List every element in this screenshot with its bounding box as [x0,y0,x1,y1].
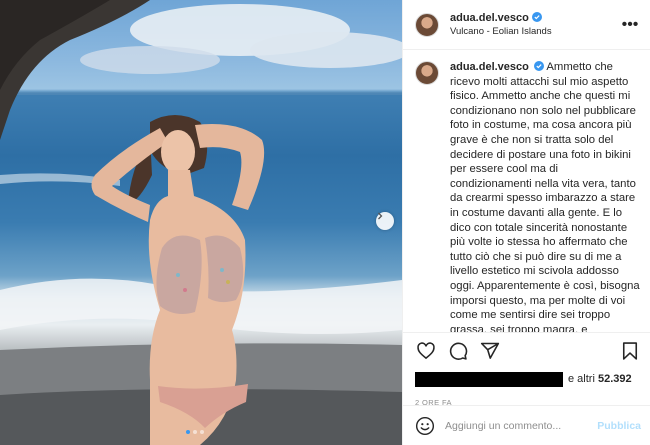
comment-bubble-icon [449,342,468,360]
redacted-liker-names [415,371,563,387]
chevron-right-icon [378,212,383,220]
carousel-next-button[interactable] [376,212,394,230]
caption-body: adua.del.vesco Ammetto che ricevo molti … [450,60,641,332]
avatar[interactable] [415,12,439,37]
carousel-dot-1 [186,430,190,434]
post-side-panel: adua.del.vesco Vulcano - Eolian Islands … [402,0,650,445]
heart-icon [417,342,435,360]
carousel-indicator [186,430,204,434]
header-text: adua.del.vesco Vulcano - Eolian Islands [450,10,620,39]
verified-badge-icon [531,12,542,22]
publish-button[interactable]: Pubblica [597,420,641,432]
carousel-dot-3 [200,430,204,434]
comment-box: Aggiungi un commento... Pubblica [403,405,650,445]
likes-number: 52.392 [597,373,632,385]
caption-text: Ammetto che ricevo molti attacchi sul mi… [450,61,640,332]
verified-badge-icon [533,61,544,71]
smiley-icon[interactable] [415,416,435,436]
comment-input[interactable]: Aggiungi un commento... [445,420,597,432]
location-link[interactable]: Vulcano - Eolian Islands [450,25,620,39]
photo-illustration [0,0,402,445]
likes-count[interactable]: e altri 52.392 [568,373,632,385]
likes-row: e altri 52.392 [403,369,650,389]
caption-username-link[interactable]: adua.del.vesco [450,61,529,73]
save-button[interactable] [619,340,641,362]
caption-avatar[interactable] [415,61,439,85]
post-header: adua.del.vesco Vulcano - Eolian Islands … [403,0,650,50]
like-button[interactable] [415,340,437,362]
paper-plane-icon [480,342,500,359]
action-bar [403,333,650,369]
caption: adua.del.vesco Ammetto che ricevo molti … [403,60,650,332]
carousel-dot-2 [193,430,197,434]
likes-prefix: e altri [568,373,595,385]
post-photo[interactable] [0,0,402,445]
more-options-button[interactable]: ••• [620,16,640,34]
share-button[interactable] [479,340,501,362]
comment-button[interactable] [447,340,469,362]
username-link[interactable]: adua.del.vesco [450,12,529,24]
bookmark-icon [622,342,638,360]
post-actions-section: e altri 52.392 2 ORE FA [403,332,650,407]
